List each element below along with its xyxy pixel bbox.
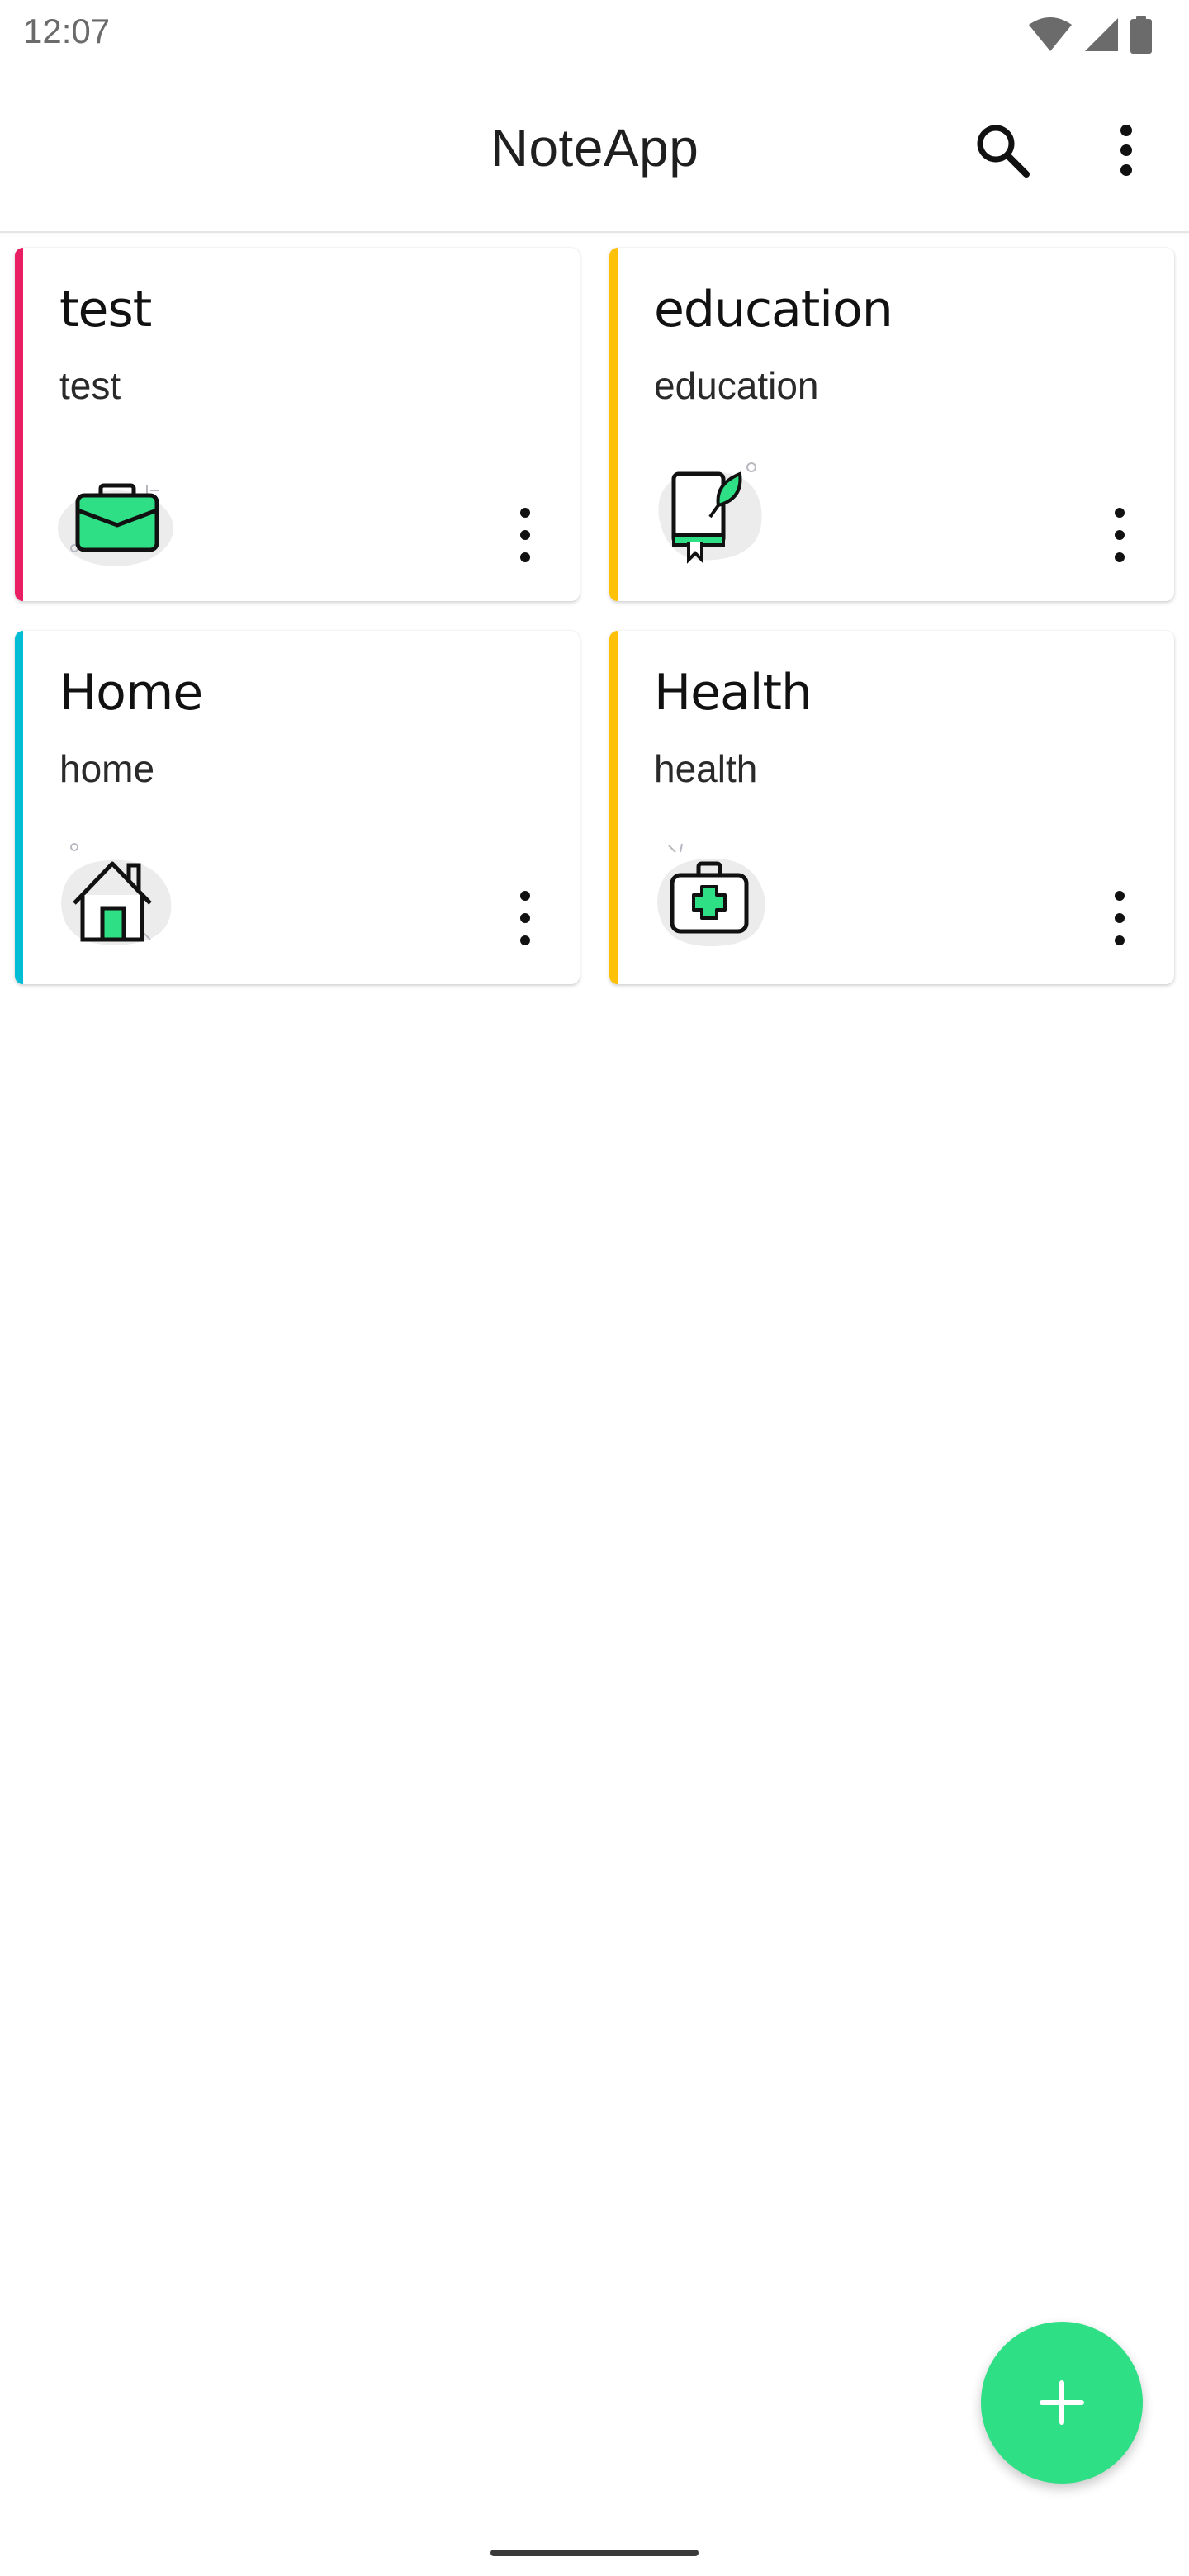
search-icon [977,125,1030,178]
card-menu-button[interactable] [500,495,550,575]
card-title: education [654,281,893,339]
more-vertical-icon [520,508,530,562]
card-menu-button[interactable] [1095,495,1144,575]
more-vertical-icon [1115,891,1125,945]
card-subtitle: test [59,364,121,407]
gesture-nav-bar[interactable] [490,2550,699,2556]
cellular-signal-icon [1085,18,1118,51]
card-title: test [59,281,152,339]
card-menu-button[interactable] [1095,878,1144,958]
notes-screen: 12:07 NoteApp test test education educat… [0,0,1189,2576]
more-vertical-icon [1120,125,1132,176]
app-bar: NoteApp [0,69,1189,233]
card-subtitle: education [654,364,819,407]
category-card-education[interactable]: education education [609,248,1174,601]
category-card-health[interactable]: Health health [609,631,1174,984]
status-time: 12:07 [23,12,111,50]
card-subtitle: home [59,747,155,790]
house-icon [61,843,172,945]
add-category-fab[interactable] [981,2322,1143,2484]
card-title: Home [59,664,203,722]
briefcase-icon [58,483,173,566]
battery-icon [1130,16,1152,54]
more-vertical-icon [520,891,530,945]
search-button[interactable] [963,111,1042,190]
plus-icon [1040,2380,1084,2425]
card-title: Health [654,664,812,722]
card-accent-bar [609,248,618,601]
status-icons [1027,15,1153,54]
overflow-menu-button[interactable] [1087,111,1166,190]
card-subtitle: health [654,747,758,790]
more-vertical-icon [1115,508,1125,562]
first-aid-kit-icon [657,843,765,947]
status-bar: 12:07 [0,0,1189,69]
wifi-icon [1029,17,1072,51]
book-leaf-icon [658,462,762,564]
category-card-home[interactable]: Home home [15,631,580,984]
card-accent-bar [15,248,23,601]
card-accent-bar [15,631,23,984]
card-menu-button[interactable] [500,878,550,958]
card-accent-bar [609,631,618,984]
category-card-test[interactable]: test test [15,248,580,601]
